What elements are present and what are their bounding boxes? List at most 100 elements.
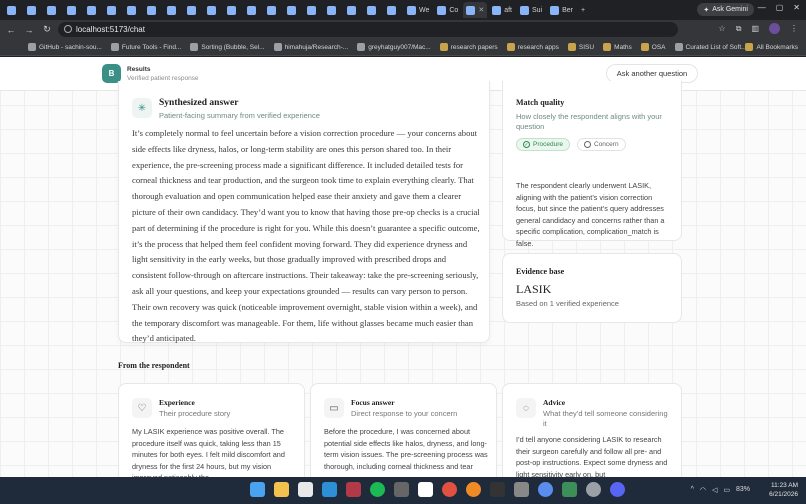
globe-icon — [27, 5, 36, 15]
settings-icon[interactable] — [586, 482, 601, 497]
tab-close-icon[interactable]: ✕ — [478, 6, 484, 14]
bookmark-item[interactable]: research apps — [506, 43, 559, 51]
app-icon[interactable] — [394, 482, 409, 497]
match-title: Match quality — [516, 98, 565, 107]
chevron-up-icon[interactable]: ^ — [691, 486, 694, 494]
ask-gemini-button[interactable]: ✦ Ask Gemini — [697, 3, 754, 16]
file-explorer-icon[interactable] — [274, 482, 289, 497]
evidence-title: Evidence base — [516, 267, 565, 276]
volume-icon[interactable]: ◁ — [712, 486, 717, 494]
browser-tab[interactable] — [84, 2, 102, 18]
new-tab-button[interactable]: + — [578, 2, 596, 18]
clock[interactable]: 11:23 AM 6/21/2026 — [769, 481, 798, 499]
browser-tab[interactable] — [164, 2, 182, 18]
app-icon — [127, 5, 136, 15]
experience-card: ♡ Experience Their procedure story My LA… — [118, 383, 305, 477]
browser-tab[interactable] — [284, 2, 302, 18]
browser-tab[interactable] — [264, 2, 282, 18]
all-bookmarks-button[interactable]: All Bookmarks — [745, 43, 798, 51]
app-icon — [407, 5, 416, 15]
back-icon[interactable]: ← — [4, 25, 18, 35]
header-title: Results — [127, 66, 151, 73]
bookmark-item[interactable]: Future Tools - Find... — [110, 43, 181, 51]
browser-tab[interactable] — [384, 2, 402, 18]
profile-avatar[interactable] — [769, 23, 780, 34]
browser-tab[interactable]: aft — [489, 2, 515, 18]
sidepanel-icon[interactable]: ▥ — [751, 24, 759, 33]
app-icon — [167, 5, 176, 15]
browser-tab[interactable] — [44, 2, 62, 18]
browser-tab[interactable]: We — [404, 2, 432, 18]
bookmark-item[interactable]: OSA — [640, 43, 666, 51]
browser-tab[interactable] — [124, 2, 142, 18]
browser-tab-bar: We Co ✕ aft Sui Ber + — [0, 0, 806, 20]
check-icon: ✓ — [523, 141, 530, 148]
windows-start-icon[interactable] — [250, 482, 265, 497]
url-field[interactable]: localhost:5173/chat — [58, 22, 678, 37]
app-icon — [550, 5, 560, 15]
bookmark-item[interactable]: Maths — [603, 43, 632, 51]
browser-tab[interactable] — [324, 2, 342, 18]
terminal-icon[interactable] — [490, 482, 505, 497]
chrome-icon[interactable] — [442, 482, 457, 497]
app-icon — [247, 5, 256, 15]
browser-tab[interactable] — [144, 2, 162, 18]
browser-tab[interactable]: Ber — [547, 2, 576, 18]
browser-tab[interactable] — [204, 2, 222, 18]
github-icon — [7, 5, 16, 15]
close-icon[interactable]: ✕ — [793, 3, 800, 12]
browser-tab[interactable] — [364, 2, 382, 18]
browser-icon[interactable] — [538, 482, 553, 497]
browser-tab[interactable] — [344, 2, 362, 18]
advice-card: ◌ Advice What they’d tell someone consid… — [502, 383, 682, 477]
bookmark-item[interactable]: Sorting (Bubble, Sel... — [190, 43, 265, 51]
bookmark-item[interactable]: himahuja/Research-... — [273, 43, 348, 51]
synth-title: Synthesized answer — [159, 98, 239, 108]
globe-icon — [67, 5, 76, 15]
browser-tab[interactable]: Co — [434, 2, 461, 18]
discord-icon[interactable] — [610, 482, 625, 497]
minimize-icon[interactable]: — — [758, 3, 766, 12]
browser-tab[interactable]: Sui — [517, 2, 545, 18]
bookmark-item[interactable]: research papers — [439, 43, 498, 51]
message-icon: ▭ — [324, 398, 344, 418]
star-icon[interactable]: ☆ — [719, 24, 726, 33]
vscode-icon[interactable] — [322, 482, 337, 497]
bookmark-item[interactable]: greyhatguy007/Mac... — [357, 43, 431, 51]
app-icon[interactable] — [562, 482, 577, 497]
app-icon — [107, 5, 116, 15]
spotify-icon[interactable] — [370, 482, 385, 497]
focus-answer-card: ▭ Focus answer Direct response to your c… — [310, 383, 497, 477]
wifi-icon[interactable]: ◠ — [700, 486, 706, 494]
browser-tab[interactable] — [64, 2, 82, 18]
forward-icon[interactable]: → — [22, 25, 36, 35]
menu-icon[interactable]: ⋮ — [790, 24, 798, 33]
notion-icon[interactable] — [418, 482, 433, 497]
browser-tab[interactable] — [104, 2, 122, 18]
app-icon — [387, 5, 396, 15]
notes-icon[interactable] — [298, 482, 313, 497]
app-icon[interactable] — [514, 482, 529, 497]
bookmark-item[interactable]: SISU — [567, 43, 594, 51]
synthesized-answer-card: ✳ Synthesized answer Patient-facing summ… — [118, 81, 490, 343]
app-icon — [147, 5, 156, 15]
bookmark-item[interactable]: GitHub - sachin-sou... — [28, 43, 102, 51]
site-info-icon[interactable] — [64, 25, 72, 33]
browser-tab[interactable]: ✕ — [463, 2, 488, 18]
maximize-icon[interactable]: ▢ — [776, 3, 784, 12]
browser-tab[interactable] — [4, 2, 22, 18]
evidence-base-card: Evidence base LASIK Based on 1 verified … — [502, 253, 682, 323]
app-icon[interactable] — [346, 482, 361, 497]
browser-tab[interactable] — [304, 2, 322, 18]
battery-icon[interactable]: ▭ — [723, 486, 730, 494]
browser-tab[interactable] — [244, 2, 262, 18]
reload-icon[interactable]: ↻ — [40, 24, 54, 35]
app-icon — [327, 5, 336, 15]
browser-tab[interactable] — [224, 2, 242, 18]
extensions-icon[interactable]: ⧉ — [736, 24, 742, 34]
browser-tab[interactable] — [184, 2, 202, 18]
system-tray: ^ ◠ ◁ ▭ 83% — [691, 486, 750, 494]
browser-tab[interactable] — [24, 2, 42, 18]
app-icon[interactable] — [466, 482, 481, 497]
bookmark-item[interactable]: Curated List of Soft... — [674, 43, 747, 51]
